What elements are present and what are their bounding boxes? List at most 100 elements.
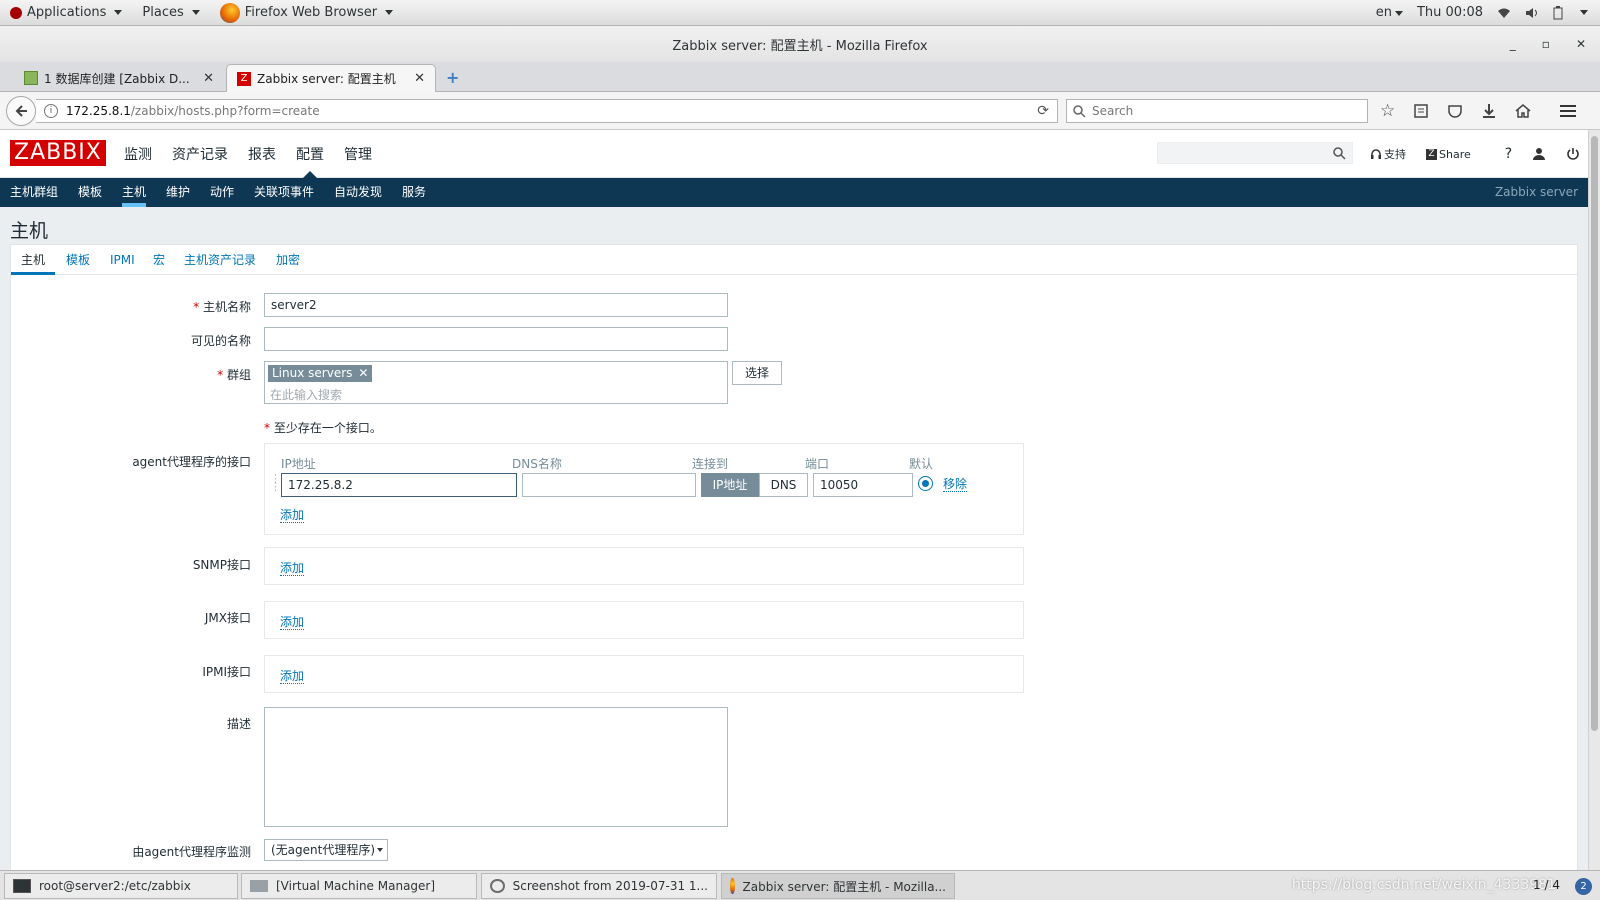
system-menu-chevron[interactable] (1580, 10, 1588, 15)
browser-tab-1[interactable]: 1 数据库创建 [Zabbix D... ✕ (14, 64, 224, 92)
page-title: 主机 (10, 220, 49, 242)
zabbix-search-input[interactable] (1157, 142, 1353, 164)
tab-encryption[interactable]: 加密 (276, 245, 300, 275)
tab-inventory[interactable]: 主机资产记录 (184, 245, 256, 275)
submenu-templates[interactable]: 模板 (78, 178, 102, 207)
add-jmx-interface-link[interactable]: 添加 (280, 615, 305, 630)
proxy-select-value: (无agent代理程序) (271, 843, 376, 857)
search-icon (1073, 104, 1086, 118)
toolbar-icons: ☆ (1380, 92, 1577, 130)
col-ip-header: IP地址 (281, 457, 316, 471)
download-icon[interactable] (1481, 103, 1497, 119)
menu-configuration[interactable]: 配置 (296, 144, 324, 164)
volume-icon (1525, 7, 1539, 19)
active-menu-caret (303, 171, 317, 178)
description-label: 描述 (226, 717, 251, 731)
headset-icon (1371, 149, 1381, 159)
reading-list-icon[interactable] (1413, 103, 1429, 119)
browser-search-input[interactable]: Search (1066, 99, 1368, 123)
submenu-actions[interactable]: 动作 (210, 178, 234, 207)
tab-close-icon[interactable]: ✕ (203, 71, 214, 86)
app-menu[interactable]: Firefox Web Browser (210, 0, 403, 26)
group-tag: Linux servers ✕ (268, 365, 373, 382)
group-tag-label: Linux servers (272, 366, 353, 380)
default-radio[interactable] (918, 476, 933, 491)
jmx-interfaces-label: JMX接口 (204, 611, 251, 625)
add-agent-interface-link[interactable]: 添加 (280, 508, 305, 523)
host-name-input[interactable]: server2 (264, 293, 728, 317)
workspace-indicator[interactable]: 1 / 4 (1533, 878, 1560, 892)
share-link[interactable]: Z Share (1426, 148, 1471, 161)
tab-macros[interactable]: 宏 (153, 245, 165, 275)
ipmi-interfaces-label: IPMI接口 (202, 665, 251, 679)
scrollbar-thumb[interactable] (1591, 136, 1598, 731)
add-ipmi-interface-link[interactable]: 添加 (280, 669, 305, 684)
menu-reports[interactable]: 报表 (248, 144, 276, 164)
tab-favicon-icon (24, 71, 38, 85)
new-tab-icon[interactable]: + (446, 68, 459, 87)
user-profile-icon[interactable] (1532, 147, 1546, 161)
browser-nav-bar: i 172.25.8.1/zabbix/hosts.php?form=creat… (0, 92, 1600, 130)
description-textarea[interactable] (264, 707, 728, 827)
gnome-foot-icon (10, 6, 22, 19)
task-firefox[interactable]: Zabbix server: 配置主机 - Mozilla... (721, 873, 955, 899)
zabbix-logo[interactable]: ZABBIX (10, 140, 106, 166)
places-label: Places (142, 5, 184, 20)
search-icon[interactable] (1333, 147, 1346, 160)
menu-administration[interactable]: 管理 (344, 144, 372, 164)
window-title: Zabbix server: 配置主机 - Mozilla Firefox (672, 38, 928, 54)
home-icon[interactable] (1515, 103, 1531, 119)
visible-name-input[interactable] (264, 327, 728, 351)
task-virt-manager[interactable]: [Virtual Machine Manager] (241, 873, 477, 899)
submenu-discovery[interactable]: 自动发现 (334, 178, 382, 207)
support-link[interactable]: 支持 (1370, 146, 1406, 162)
clock[interactable]: Thu 00:08 (1417, 5, 1483, 20)
submenu-maintenance[interactable]: 维护 (166, 178, 190, 207)
back-arrow-icon (15, 105, 27, 117)
language-indicator[interactable]: en (1376, 5, 1403, 20)
submenu-services[interactable]: 服务 (402, 178, 426, 207)
notification-badge-icon[interactable]: 2 (1575, 878, 1592, 895)
tab-close-icon[interactable]: ✕ (414, 71, 425, 86)
hamburger-menu-icon[interactable] (1559, 103, 1577, 119)
applications-menu[interactable]: Applications (0, 0, 132, 26)
tab-templates[interactable]: 模板 (66, 245, 90, 275)
connect-dns-toggle[interactable]: DNS (759, 473, 808, 497)
submenu-host-groups[interactable]: 主机群组 (10, 178, 58, 207)
bookmark-star-icon[interactable]: ☆ (1380, 101, 1395, 121)
tab-ipmi[interactable]: IPMI (110, 245, 135, 275)
pocket-icon[interactable] (1447, 103, 1463, 119)
info-icon[interactable]: i (44, 104, 58, 118)
task-terminal[interactable]: root@server2:/etc/zabbix (4, 873, 238, 899)
menu-inventory[interactable]: 资产记录 (172, 144, 228, 164)
browser-tab-2[interactable]: Z Zabbix server: 配置主机 ✕ (226, 64, 436, 92)
connect-ip-toggle[interactable]: IP地址 (701, 473, 759, 497)
menu-monitoring[interactable]: 监测 (124, 144, 152, 164)
maximize-icon[interactable]: ▫ (1542, 37, 1550, 51)
places-menu[interactable]: Places (132, 0, 209, 26)
page-scrollbar[interactable] (1588, 130, 1600, 870)
ip-address-input[interactable]: 172.25.8.2 (281, 473, 517, 497)
help-icon[interactable]: ? (1505, 146, 1512, 162)
remove-tag-icon[interactable]: ✕ (358, 365, 368, 382)
remove-interface-link[interactable]: 移除 (943, 477, 968, 492)
back-button[interactable] (6, 96, 36, 126)
sign-out-icon[interactable] (1566, 147, 1580, 161)
url-path: /zabbix/hosts.php?form=create (130, 104, 320, 118)
minimize-icon[interactable]: _ (1510, 37, 1516, 51)
select-groups-button[interactable]: 选择 (732, 361, 783, 385)
submenu-event-correlation[interactable]: 关联项事件 (254, 178, 314, 207)
proxy-select[interactable]: (无agent代理程序) (264, 839, 388, 861)
tab-host[interactable]: 主机 (11, 245, 56, 275)
port-input[interactable]: 10050 (813, 473, 913, 497)
dns-name-input[interactable] (522, 473, 696, 497)
url-bar[interactable]: i 172.25.8.1/zabbix/hosts.php?form=creat… (36, 99, 1058, 123)
snmp-interfaces-label: SNMP接口 (192, 558, 251, 572)
server-name: Zabbix server (1494, 185, 1578, 199)
battery-icon (1553, 5, 1563, 20)
add-snmp-interface-link[interactable]: 添加 (280, 561, 305, 576)
reload-icon[interactable]: ⟳ (1037, 103, 1049, 119)
browser-tab-strip: 1 数据库创建 [Zabbix D... ✕ Z Zabbix server: … (0, 62, 1600, 92)
close-icon[interactable]: ✕ (1576, 37, 1586, 51)
task-screenshot[interactable]: Screenshot from 2019-07-31 1... (481, 873, 717, 899)
